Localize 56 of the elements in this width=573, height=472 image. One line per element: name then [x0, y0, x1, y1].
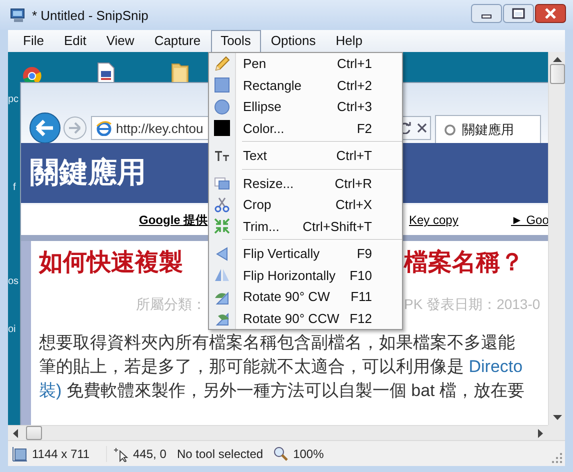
menu-option[interactable]: Rectangle Ctrl+2	[209, 74, 402, 96]
tool-status: No tool selected	[177, 446, 264, 460]
article-title: 檔案名稱？	[404, 248, 525, 278]
menu-option[interactable]: Resize... Ctrl+R	[209, 172, 402, 194]
menu-item[interactable]: Tools	[210, 30, 261, 52]
shortcut-label: Ctrl+R	[334, 176, 372, 191]
menu-item[interactable]: Help	[326, 30, 372, 52]
shortcut-label: Ctrl+X	[336, 197, 372, 212]
menu-option[interactable]: Rotate 90° CCW F12	[209, 308, 402, 329]
menu-item[interactable]: Edit	[54, 30, 96, 52]
window-title: * Untitled - SnipSnip	[32, 8, 150, 22]
article-title: 如何快速複製	[39, 248, 184, 278]
menu-option[interactable]: Trim... Ctrl+Shift+T	[209, 216, 402, 237]
icon-label: os	[8, 276, 19, 287]
link[interactable]: Directo	[468, 357, 523, 376]
icon-label: f	[13, 182, 16, 193]
menu-item[interactable]: Capture	[144, 30, 211, 52]
image-size: 1144 x 711	[32, 446, 90, 460]
menu-option[interactable]: Pen Ctrl+1	[209, 53, 402, 74]
shortcut-label: Ctrl+1	[336, 56, 372, 72]
paragraph-line: 筆的貼上，若是多了，那可能就不太適合，可以利用像是 Directo	[39, 357, 524, 377]
shortcut-label: F12	[350, 310, 372, 326]
site-title: 關鍵應用	[30, 156, 146, 191]
url-text: http://key.chtou	[116, 120, 204, 136]
browser-tab[interactable]: 關鍵應用	[435, 115, 541, 143]
paragraph-line: 想要取得資料夾內所有檔案名稱包含副檔名，如果檔案不多還能	[39, 333, 516, 353]
shortcut-label: Ctrl+Shift+T	[302, 218, 372, 234]
cursor-position: 445, 0	[133, 446, 166, 460]
menu-item[interactable]: Options	[260, 30, 326, 52]
menu-option[interactable]: Crop Ctrl+X	[209, 194, 402, 216]
paragraph-line: 裝) 免費軟體來製作，另外一種方法可以自製一個 bat 檔，放在要	[39, 381, 526, 401]
menu-option[interactable]: Color... F2	[209, 118, 402, 139]
shortcut-label: Ctrl+3	[336, 99, 372, 114]
shortcut-label: Ctrl+T	[336, 148, 372, 164]
nav-link[interactable]: ► Goo	[511, 213, 548, 227]
tab-title: 關鍵應用	[462, 120, 514, 138]
shortcut-label: F9	[356, 246, 372, 262]
menu-option[interactable]: Ellipse Ctrl+3	[209, 96, 402, 118]
menu-option[interactable]: Flip Horizontally F10	[209, 264, 402, 286]
menu-option[interactable]: Flip Vertically F9	[209, 243, 402, 264]
shortcut-label: F11	[350, 289, 372, 304]
shortcut-label: Ctrl+2	[336, 78, 372, 93]
zoom-level: 100%	[293, 446, 324, 460]
nav-link[interactable]: Google 提供	[139, 212, 208, 228]
link[interactable]: 裝)	[39, 381, 62, 400]
menu-option[interactable]: Rotate 90° CW F11	[209, 286, 402, 308]
menu-option[interactable]: Text Ctrl+T	[209, 145, 402, 166]
article-meta: PK 發表日期：2013-0	[404, 296, 542, 314]
shortcut-label: F2	[356, 120, 372, 136]
icon-label: oi	[8, 324, 16, 335]
menu-item[interactable]: File	[13, 30, 54, 52]
icon-label: pc	[8, 94, 19, 105]
shortcut-label: F10	[350, 268, 372, 283]
article-meta: 所屬分類：	[136, 296, 206, 314]
nav-link[interactable]: Key copy	[409, 213, 511, 227]
menu-item[interactable]: View	[96, 30, 144, 52]
